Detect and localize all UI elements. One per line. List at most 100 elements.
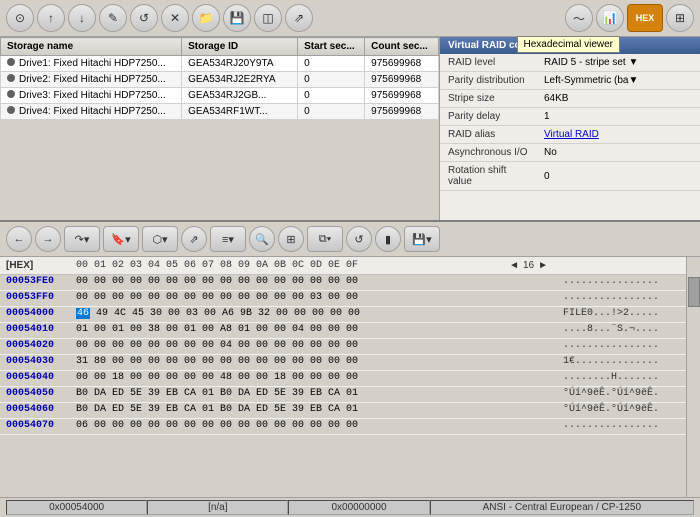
hex-data-row[interactable]: 00054060 B0 DA ED 5E 39 EB CA 01 B0 DA E…: [0, 403, 686, 419]
scroll-thumb[interactable]: [688, 277, 700, 307]
hex-row-data[interactable]: 46 49 4C 45 30 00 03 00 A6 9B 32 00 00 0…: [72, 307, 556, 322]
save-toolbar-btn[interactable]: 💾: [223, 4, 251, 32]
hex-data-row[interactable]: 00054020 00 00 00 00 00 00 00 00 04 00 0…: [0, 339, 686, 355]
drive-id-cell: GEA534RJ20Y9TA: [182, 56, 298, 72]
hex-data-row[interactable]: 00054050 B0 DA ED 5E 39 EB CA 01 B0 DA E…: [0, 387, 686, 403]
hex-row-addr: 00053FE0: [0, 275, 72, 290]
hex-rows-container: 00053FE0 00 00 00 00 00 00 00 00 00 00 0…: [0, 275, 686, 435]
hex-data-row[interactable]: 00054000 46 49 4C 45 30 00 03 00 A6 9B 3…: [0, 307, 686, 323]
raid-config-value: 1: [540, 108, 700, 125]
drive-name-cell: Drive3: Fixed Hitachi HDP7250...: [1, 88, 182, 104]
disk-toolbar-btn[interactable]: ⊙: [6, 4, 34, 32]
hex-data-row[interactable]: 00054010 01 00 01 00 38 00 01 00 A8 01 0…: [0, 323, 686, 339]
raid-config-label: RAID alias: [440, 126, 540, 143]
replay-btn[interactable]: ↷▾: [64, 226, 100, 252]
hex-row-addr: 00054020: [0, 339, 72, 354]
select-btn[interactable]: ⬡▾: [142, 226, 178, 252]
hex-data-row[interactable]: 00054040 00 00 18 00 00 00 00 00 48 00 0…: [0, 371, 686, 387]
hex-row-data[interactable]: 00 00 00 00 00 00 00 00 00 00 00 00 00 0…: [72, 275, 556, 290]
copy-btn[interactable]: ⧉▾: [307, 226, 343, 252]
raid-config-label: Stripe size: [440, 90, 540, 107]
save2-btn[interactable]: 💾▾: [404, 226, 440, 252]
hex-row-data[interactable]: 31 80 00 00 00 00 00 00 00 00 00 00 00 0…: [72, 355, 556, 370]
raid-config-row: RAID alias Virtual RAID: [440, 126, 700, 144]
hex-row-data[interactable]: B0 DA ED 5E 39 EB CA 01 B0 DA ED 5E 39 E…: [72, 387, 556, 402]
col-start-sec[interactable]: Start sec...: [298, 38, 365, 56]
hex-data-row[interactable]: 00054070 06 00 00 00 00 00 00 00 00 00 0…: [0, 419, 686, 435]
status-position: 0x00000000: [288, 500, 429, 515]
raid-config-row: Parity distribution Left-Symmetric (ba▼: [440, 72, 700, 90]
hex-row-text: °Úí^9ëÊ.°Úí^9ëÊ.: [556, 387, 686, 402]
hex-row-data[interactable]: 00 00 00 00 00 00 00 00 04 00 00 00 00 0…: [72, 339, 556, 354]
hex-text-header: [556, 259, 686, 272]
chart-toolbar-btn[interactable]: 📊: [596, 4, 624, 32]
hex-row-data[interactable]: 00 00 00 00 00 00 00 00 00 00 00 00 00 0…: [72, 291, 556, 306]
list-btn[interactable]: ≡▾: [210, 226, 246, 252]
toggle-btn[interactable]: ▮: [375, 226, 401, 252]
hex-row-addr: 00054040: [0, 371, 72, 386]
raid-config-label: Parity distribution: [440, 72, 540, 89]
storage-row[interactable]: Drive2: Fixed Hitachi HDP7250... GEA534R…: [1, 72, 439, 88]
raid-config-label: Parity delay: [440, 108, 540, 125]
hex-main: [HEX] 00 01 02 03 04 05 06 07 08 09 0A 0…: [0, 257, 686, 497]
raid-config-value[interactable]: No: [540, 144, 700, 161]
raid-config-value: 0: [540, 168, 700, 185]
export-toolbar-btn[interactable]: ⇗: [285, 4, 313, 32]
hex-row-addr: 00054050: [0, 387, 72, 402]
hex-row-text: ....8...¨S.¬....: [556, 323, 686, 338]
status-encoding: ANSI - Central European / CP-1250: [430, 500, 694, 515]
drive-start-cell: 0: [298, 104, 365, 120]
selected-byte[interactable]: 46: [76, 308, 90, 319]
col-storage-id[interactable]: Storage ID: [182, 38, 298, 56]
goto-btn[interactable]: ⇗: [181, 226, 207, 252]
storage-table: Storage name Storage ID Start sec... Cou…: [0, 37, 440, 220]
close-toolbar-btn[interactable]: ✕: [161, 4, 189, 32]
main-toolbar: ⊙ ↑ ↓ ✎ ↺ ✕ 📁 💾 ◫ ⇗ 〜 📊 HEX ⊞ Hexadecima…: [0, 0, 700, 37]
storage-row[interactable]: Drive3: Fixed Hitachi HDP7250... GEA534R…: [1, 88, 439, 104]
hex-row-data[interactable]: B0 DA ED 5E 39 EB CA 01 B0 DA ED 5E 39 E…: [72, 403, 556, 418]
hex-row-addr: 00054000: [0, 307, 72, 322]
hex-toolbar-btn[interactable]: HEX: [627, 4, 663, 32]
hex-scrollbar[interactable]: [686, 257, 700, 497]
undo-toolbar-btn[interactable]: ↺: [130, 4, 158, 32]
down-toolbar-btn[interactable]: ↓: [68, 4, 96, 32]
up-toolbar-btn[interactable]: ↑: [37, 4, 65, 32]
status-value: [n/a]: [147, 500, 288, 515]
search-btn[interactable]: 🔍: [249, 226, 275, 252]
hex-data-row[interactable]: 00053FF0 00 00 00 00 00 00 00 00 00 00 0…: [0, 291, 686, 307]
signal-toolbar-btn[interactable]: 〜: [565, 4, 593, 32]
bookmark-btn[interactable]: 🔖▾: [103, 226, 139, 252]
hex-data-row[interactable]: 00054030 31 80 00 00 00 00 00 00 00 00 0…: [0, 355, 686, 371]
raid-config-row: Stripe size 64KB: [440, 90, 700, 108]
back-nav-btn[interactable]: ←: [6, 226, 32, 252]
hex-content-area: [HEX] 00 01 02 03 04 05 06 07 08 09 0A 0…: [0, 257, 700, 497]
col-count-sec[interactable]: Count sec...: [365, 38, 439, 56]
hex-data-row[interactable]: 00053FE0 00 00 00 00 00 00 00 00 00 00 0…: [0, 275, 686, 291]
grid-btn[interactable]: ⊞: [278, 226, 304, 252]
raid-config-value[interactable]: 64KB: [540, 90, 700, 107]
hex-row-addr: 00054070: [0, 419, 72, 434]
col-storage-name[interactable]: Storage name: [1, 38, 182, 56]
storage-row[interactable]: Drive4: Fixed Hitachi HDP7250... GEA534R…: [1, 104, 439, 120]
raid-config-value: RAID 5 - stripe set ▼: [540, 54, 700, 71]
hex-row-data[interactable]: 01 00 01 00 38 00 01 00 A8 01 00 00 04 0…: [72, 323, 556, 338]
edit-toolbar-btn[interactable]: ✎: [99, 4, 127, 32]
hex-row-addr: 00054010: [0, 323, 72, 338]
raid-config-value[interactable]: Virtual RAID: [540, 126, 700, 143]
raid-value: No: [544, 147, 557, 158]
fwd-nav-btn[interactable]: →: [35, 226, 61, 252]
hex-row-data[interactable]: 00 00 18 00 00 00 00 00 48 00 00 18 00 0…: [72, 371, 556, 386]
table-toolbar-btn[interactable]: ⊞: [666, 4, 694, 32]
raid-config-panel: Virtual RAID configuration RAID level RA…: [440, 37, 700, 220]
refresh-btn[interactable]: ↺: [346, 226, 372, 252]
hex-row-text: ................: [556, 275, 686, 290]
hex-row-data[interactable]: 06 00 00 00 00 00 00 00 00 00 00 00 00 0…: [72, 419, 556, 434]
drive-id-cell: GEA534RJ2GB...: [182, 88, 298, 104]
raid-value-link[interactable]: Virtual RAID: [544, 129, 599, 140]
storage-row[interactable]: Drive1: Fixed Hitachi HDP7250... GEA534R…: [1, 56, 439, 72]
layers-toolbar-btn[interactable]: ◫: [254, 4, 282, 32]
status-bar: 0x00054000 [n/a] 0x00000000 ANSI - Centr…: [0, 497, 700, 517]
open-toolbar-btn[interactable]: 📁: [192, 4, 220, 32]
hex-page-nav[interactable]: ◄ 16 ►: [501, 259, 556, 272]
raid-config-label: Rotation shift value: [440, 162, 540, 190]
